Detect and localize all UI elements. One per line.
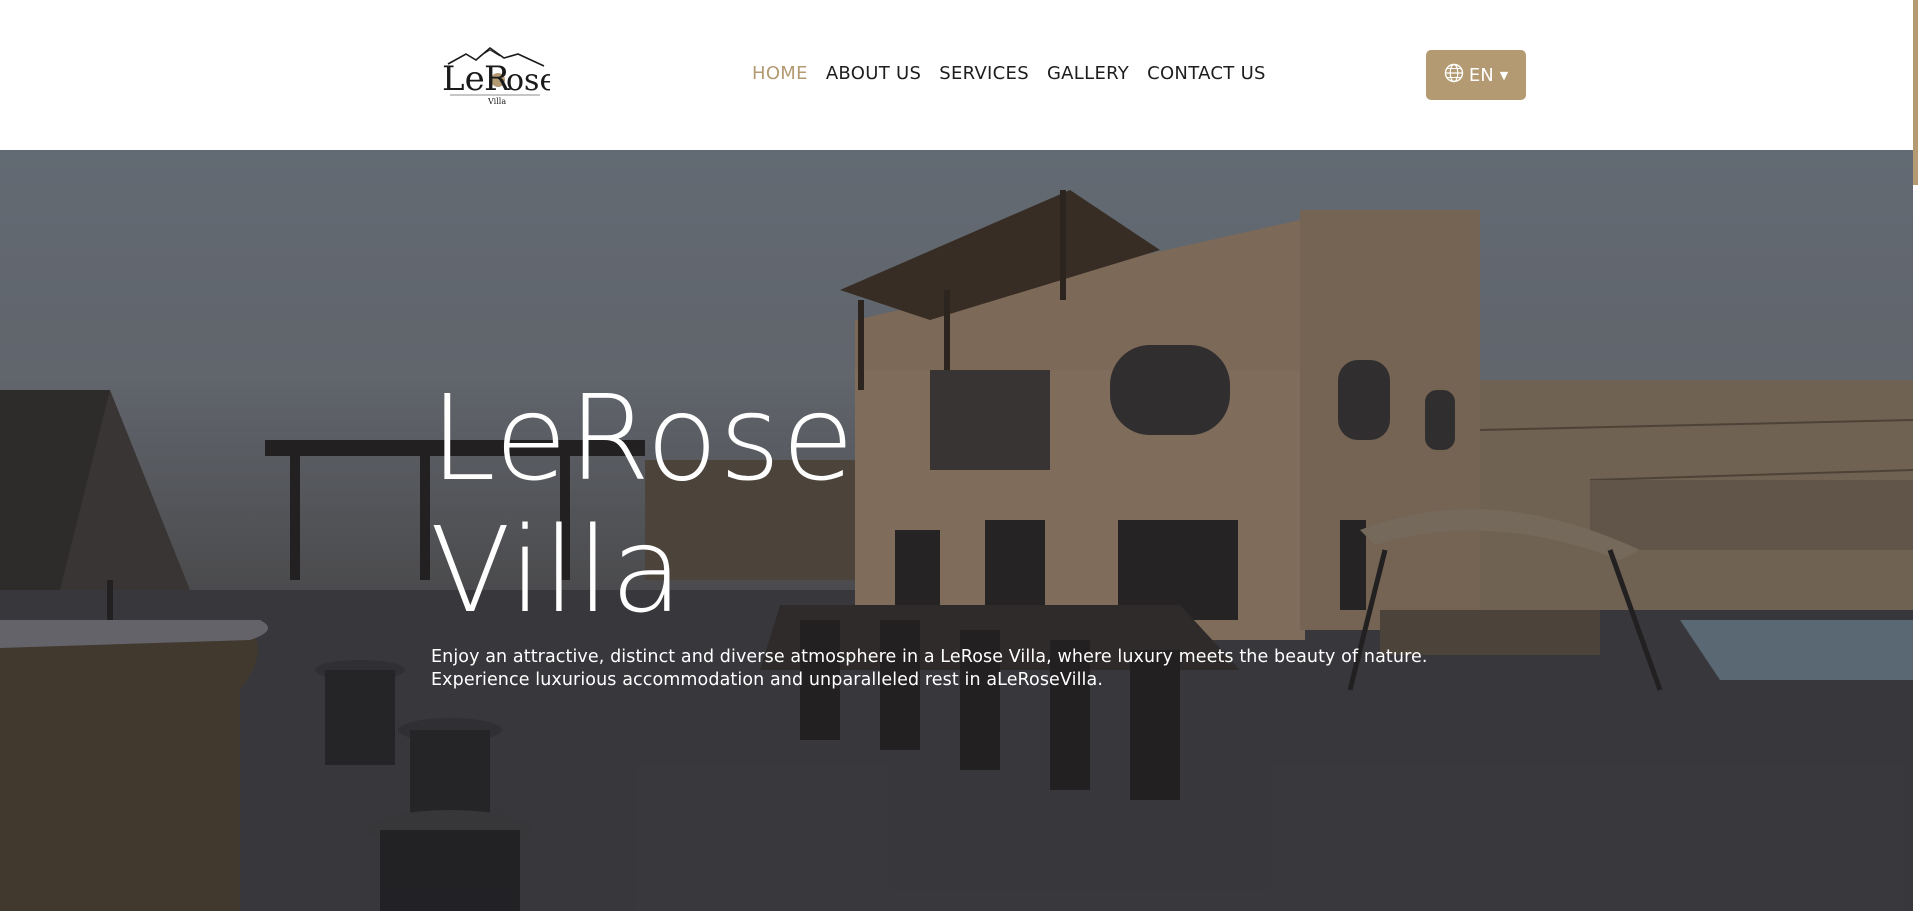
hero-title-line-1: LeRose	[430, 369, 856, 507]
language-selector[interactable]: EN ▼	[1426, 50, 1526, 100]
nav-gallery[interactable]: GALLERY	[1047, 62, 1129, 86]
nav-contact-us[interactable]: CONTACT US	[1147, 62, 1266, 86]
logo-graphic: Le R ose Villa	[442, 46, 550, 106]
hero-description: Enjoy an attractive, distinct and divers…	[431, 646, 1428, 692]
hero-description-line-2: Experience luxurious accommodation and u…	[431, 670, 1103, 690]
language-label: EN	[1468, 64, 1494, 86]
caret-down-icon: ▼	[1499, 68, 1509, 82]
site-header: Le R ose Villa HOME ABOUT US SERVICES GA…	[0, 0, 1913, 150]
hero-title: LeRose Villa	[430, 372, 855, 636]
site-logo[interactable]: Le R ose Villa	[440, 44, 550, 106]
nav-home[interactable]: HOME	[752, 62, 808, 86]
scrollbar-thumb[interactable]	[1913, 0, 1918, 185]
hero-section: LeRose Villa Enjoy an attractive, distin…	[0, 150, 1913, 911]
svg-text:Villa: Villa	[487, 97, 506, 106]
svg-text:Le: Le	[442, 59, 485, 99]
globe-icon	[1444, 63, 1464, 88]
hero-title-line-2: Villa	[430, 501, 684, 639]
nav-services[interactable]: SERVICES	[939, 62, 1029, 86]
hero-description-line-1: Enjoy an attractive, distinct and divers…	[431, 647, 1428, 667]
hero-overlay	[0, 150, 1913, 911]
main-nav: HOME ABOUT US SERVICES GALLERY CONTACT U…	[752, 62, 1284, 86]
nav-about-us[interactable]: ABOUT US	[826, 62, 921, 86]
svg-text:ose: ose	[506, 63, 550, 98]
